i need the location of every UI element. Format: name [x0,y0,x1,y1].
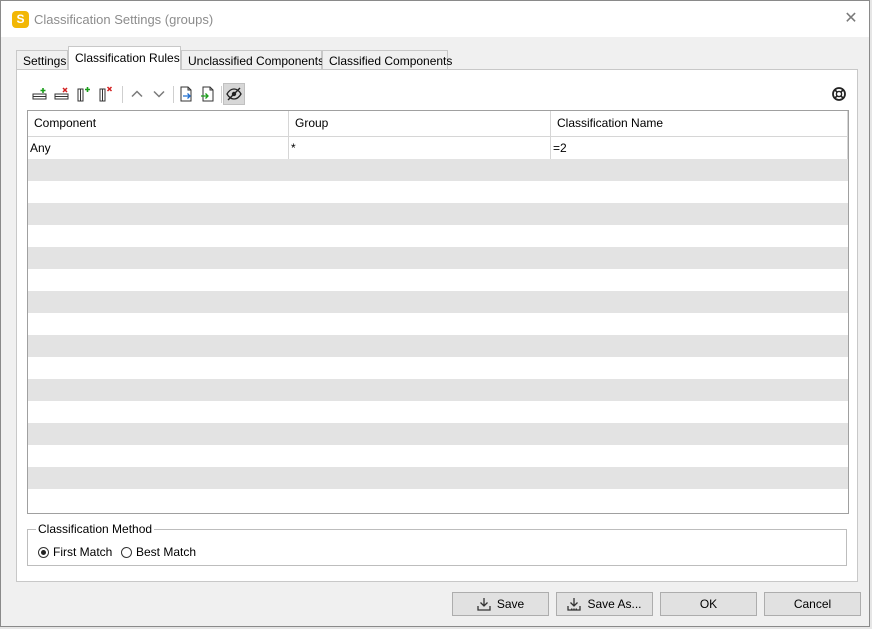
cell-group[interactable]: * [289,137,551,159]
cell-component[interactable]: Any [28,137,289,159]
empty-row [28,467,848,489]
radio-unselected-icon[interactable] [121,546,132,558]
download-icon [477,598,491,611]
toolbar-separator [173,86,174,103]
cell-classification-name[interactable]: =2 [551,137,848,159]
empty-row [28,291,848,313]
radio-selected-icon[interactable] [38,546,49,558]
grid-header: Component Group Classification Name [28,111,848,137]
radio-best-match[interactable]: Best Match [121,545,196,559]
toolbar-separator [221,86,222,103]
help-lifebuoy-icon[interactable] [828,83,850,105]
export-icon[interactable] [175,83,197,105]
save-as-button[interactable]: Save As... [556,592,653,616]
classification-method-group: Classification Method First Match Best M… [27,522,847,566]
ok-button[interactable]: OK [660,592,757,616]
empty-row [28,423,848,445]
cancel-button[interactable]: Cancel [764,592,861,616]
window-title: Classification Settings (groups) [34,12,214,27]
column-header-component[interactable]: Component [28,111,289,136]
empty-row [28,203,848,225]
empty-row [28,247,848,269]
empty-row [28,379,848,401]
empty-row [28,357,848,379]
empty-row [28,489,848,511]
toolbar-separator [122,86,123,103]
empty-row [28,445,848,467]
rules-grid: Component Group Classification Name Any … [27,110,849,514]
add-row-icon[interactable] [29,83,51,105]
move-up-icon[interactable] [126,83,148,105]
radio-first-match[interactable]: First Match [38,545,112,559]
download-as-icon [567,598,582,611]
empty-row [28,313,848,335]
radio-first-match-label[interactable]: First Match [53,545,112,559]
tab-unclassified-components[interactable]: Unclassified Components [181,50,324,69]
radio-best-match-label[interactable]: Best Match [136,545,196,559]
column-header-classification-name[interactable]: Classification Name [551,111,848,136]
table-row[interactable]: Any * =2 [28,137,848,159]
empty-row [28,181,848,203]
save-button-label: Save [496,597,525,611]
empty-row [28,269,848,291]
add-column-icon[interactable] [73,83,95,105]
remove-column-icon[interactable] [95,83,117,105]
tab-settings[interactable]: Settings [16,50,68,69]
remove-row-icon[interactable] [51,83,73,105]
import-icon[interactable] [197,83,219,105]
close-icon[interactable]: ✕ [841,9,861,29]
tab-classified-components[interactable]: Classified Components [322,50,452,69]
tab-classification-rules[interactable]: Classification Rules [68,46,181,70]
save-as-button-label: Save As... [587,597,642,611]
empty-row [28,335,848,357]
empty-row [28,401,848,423]
classification-method-legend: Classification Method [36,522,155,536]
save-button[interactable]: Save [452,592,549,616]
rules-toolbar [29,83,849,107]
visibility-icon[interactable] [223,83,245,105]
column-header-group[interactable]: Group [289,111,551,136]
dialog-window: S Classification Settings (groups) ✕ Set… [0,0,870,627]
empty-row [28,159,848,181]
move-down-icon[interactable] [148,83,170,105]
empty-row [28,225,848,247]
app-logo-icon: S [12,11,29,28]
title-bar: S Classification Settings (groups) ✕ [1,1,869,37]
classification-rules-panel: Component Group Classification Name Any … [16,69,858,582]
